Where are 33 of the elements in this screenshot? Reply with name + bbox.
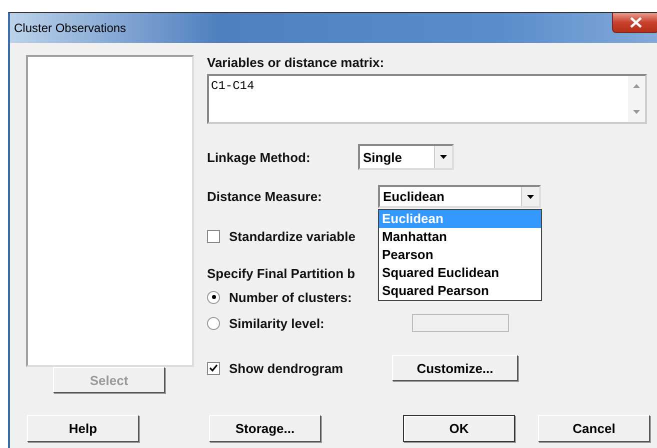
variables-label: Variables or distance matrix: xyxy=(207,55,384,70)
dropdown-option[interactable]: Pearson xyxy=(379,246,541,264)
checkbox[interactable] xyxy=(207,230,220,243)
dialog-button[interactable]: OK xyxy=(403,415,515,442)
dropdown-option[interactable]: Manhattan xyxy=(379,228,541,246)
close-button[interactable] xyxy=(612,13,657,33)
close-icon xyxy=(630,17,642,28)
dialog-button[interactable]: Help xyxy=(27,415,139,442)
distance-label: Distance Measure: xyxy=(207,189,323,204)
linkage-label: Linkage Method: xyxy=(207,150,312,164)
dropdown-arrow-icon xyxy=(527,194,534,198)
scroll-up-icon[interactable] xyxy=(633,84,640,88)
dropdown-arrow-icon xyxy=(440,155,447,159)
radio-button[interactable] xyxy=(207,316,220,330)
scroll-bar[interactable] xyxy=(628,76,645,122)
distance-dropdown[interactable]: Euclidean xyxy=(378,185,541,208)
partition-label: Specify Final Partition b xyxy=(207,266,356,281)
similarity-field[interactable] xyxy=(412,314,509,332)
customize-button[interactable]: Customize... xyxy=(392,355,518,381)
variables-field[interactable]: C1-C14 xyxy=(207,74,647,124)
scroll-down-icon[interactable] xyxy=(633,110,640,114)
dialog-button[interactable]: Storage... xyxy=(209,415,321,442)
radio-label: Similarity level: xyxy=(229,316,326,330)
variables-value: C1-C14 xyxy=(211,79,254,93)
linkage-dropdown[interactable]: Single xyxy=(358,144,454,170)
checkbox[interactable] xyxy=(207,362,220,374)
dendrogram-label: Show dendrogram xyxy=(229,360,344,376)
dialog-button[interactable]: Cancel xyxy=(538,415,650,442)
window-title: Cluster Observations xyxy=(14,21,126,35)
dropdown-option[interactable]: Squared Pearson xyxy=(379,282,541,300)
radio-button[interactable] xyxy=(207,290,220,304)
dropdown-option[interactable]: Squared Euclidean xyxy=(379,264,541,282)
standardize-label: Standardize variable xyxy=(229,229,356,244)
